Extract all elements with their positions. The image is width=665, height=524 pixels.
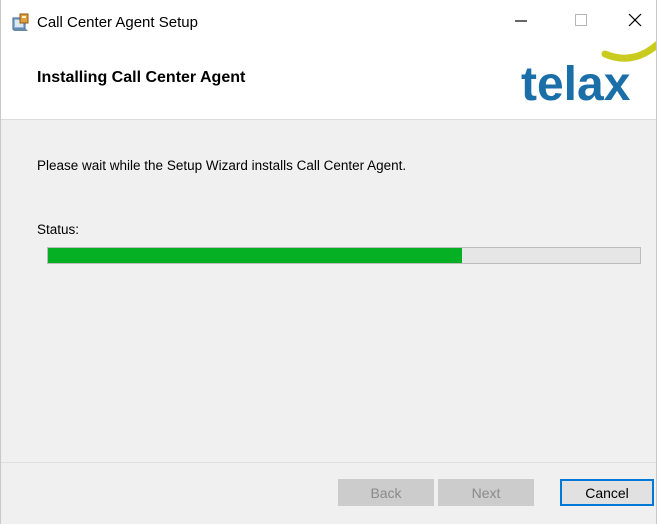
maximize-icon — [575, 14, 587, 26]
status-label: Status: — [37, 222, 80, 237]
logo-text: telax — [521, 58, 631, 111]
back-button[interactable]: Back — [338, 479, 434, 506]
maximize-button[interactable] — [558, 0, 604, 40]
footer-divider — [1, 462, 656, 463]
title-bar[interactable]: Call Center Agent Setup — [1, 0, 656, 40]
setup-window: Call Center Agent Setup Installing Call … — [0, 0, 657, 524]
minimize-button[interactable] — [498, 0, 544, 40]
window-title: Call Center Agent Setup — [37, 14, 198, 31]
cancel-button[interactable]: Cancel — [560, 479, 654, 506]
close-button[interactable] — [612, 0, 656, 40]
page-title: Installing Call Center Agent — [37, 69, 246, 86]
next-button[interactable]: Next — [438, 479, 534, 506]
telax-logo: telax — [521, 41, 656, 111]
progress-bar-fill — [48, 248, 463, 263]
close-icon — [628, 13, 642, 27]
install-progress-bar — [47, 247, 641, 264]
installer-app-icon — [12, 13, 29, 31]
header-banner: Installing Call Center Agent telax — [1, 40, 656, 120]
install-message: Please wait while the Setup Wizard insta… — [37, 158, 407, 173]
minimize-icon — [515, 20, 527, 22]
